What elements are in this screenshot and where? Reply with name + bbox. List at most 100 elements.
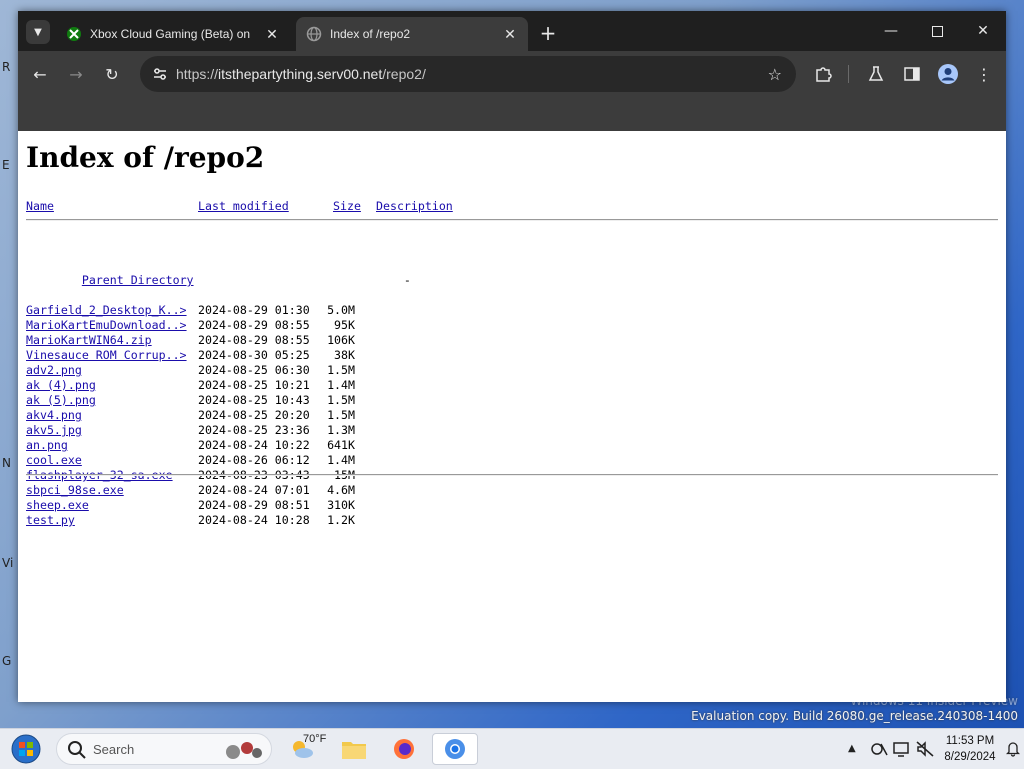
list-item: Vinesauce ROM Corrup..> 2024-08-30 05:25 3…: [26, 348, 411, 363]
file-link[interactable]: akv4.png: [26, 408, 82, 422]
file-size: 1.5M: [327, 363, 355, 377]
network-icon[interactable]: [870, 741, 888, 757]
show-hidden-icons-chevron-icon[interactable]: ▲: [848, 743, 856, 754]
clock-date: 8/29/2024: [944, 751, 996, 763]
taskbar-search-box[interactable]: Search: [56, 733, 272, 765]
file-link[interactable]: sbpci_98se.exe: [26, 483, 124, 497]
title-bar: ▼ Xbox Cloud Gaming (Beta) on ✕ Index of…: [18, 11, 1006, 51]
list-item: sbpci_98se.exe 2024-08-24 07:01 4.6M: [26, 483, 411, 498]
file-link[interactable]: adv2.png: [26, 363, 82, 377]
watermark-line-2: Evaluation copy. Build 26080.ge_release.…: [691, 709, 1018, 723]
file-listing: Parent Directory - Garfield_2_Desktop_K..…: [26, 228, 411, 558]
file-last-modified: 2024-08-25 10:21: [198, 378, 310, 392]
file-link[interactable]: an.png: [26, 438, 68, 452]
tab-index-of-repo2[interactable]: Index of /repo2 ✕: [296, 17, 528, 51]
windows-orb-icon: [11, 734, 41, 764]
browser-toolbar: ← → ↻ https://itsthepartything.serv00.ne…: [18, 51, 1006, 97]
list-item: akv5.jpg 2024-08-25 23:36 1.3M: [26, 423, 411, 438]
file-link[interactable]: test.py: [26, 513, 75, 527]
avatar-icon: [938, 64, 958, 84]
weather-temperature: 70°F: [303, 733, 327, 745]
list-item: an.png 2024-08-24 10:22 641K: [26, 438, 411, 453]
desktop-icon-label-fragment: N: [2, 456, 11, 470]
file-last-modified: 2024-08-29 08:55: [198, 333, 310, 347]
clock-time: 11:53 PM: [945, 735, 995, 747]
desktop-icon-label-fragment: G: [2, 654, 12, 668]
tab-xbox-cloud-gaming[interactable]: Xbox Cloud Gaming (Beta) on ✕: [56, 17, 290, 51]
plus-icon: +: [539, 21, 557, 45]
taskbar-file-explorer[interactable]: [336, 733, 372, 765]
browser-window: ▼ Xbox Cloud Gaming (Beta) on ✕ Index of…: [18, 11, 1006, 702]
file-size: 95K: [334, 318, 355, 332]
site-settings-icon[interactable]: [152, 66, 168, 82]
close-icon: ✕: [977, 23, 989, 39]
list-item: Garfield_2_Desktop_K..> 2024-08-29 01:30 5…: [26, 303, 411, 318]
file-last-modified: 2024-08-26 06:12: [198, 453, 310, 467]
file-size: 310K: [327, 498, 355, 512]
side-panel-icon: [904, 67, 920, 81]
close-window-button[interactable]: ✕: [960, 15, 1006, 47]
parent-directory-link[interactable]: Parent Directory: [82, 273, 194, 287]
start-button[interactable]: [8, 733, 44, 765]
url-scheme: https://: [176, 66, 219, 82]
column-header-size[interactable]: Size: [333, 199, 361, 213]
desktop-icon-label-fragment: E: [2, 158, 10, 172]
back-button[interactable]: ←: [28, 62, 52, 86]
file-last-modified: 2024-08-24 10:22: [198, 438, 310, 452]
toolbar-divider: [848, 65, 849, 83]
minimize-button[interactable]: —: [868, 15, 914, 47]
file-link[interactable]: sheep.exe: [26, 498, 89, 512]
reload-icon: ↻: [105, 64, 119, 84]
file-link[interactable]: ak (5).png: [26, 393, 96, 407]
system-clock[interactable]: 11:53 PM 8/29/2024: [934, 733, 1006, 765]
column-header-name[interactable]: Name: [26, 199, 54, 213]
footer-divider: [26, 474, 998, 476]
file-size: 1.2K: [327, 513, 355, 527]
taskbar-chrome[interactable]: [432, 733, 478, 765]
file-last-modified: 2024-08-25 10:43: [198, 393, 310, 407]
search-icon: [68, 741, 86, 759]
column-header-description[interactable]: Description: [376, 199, 453, 213]
tab-search-button[interactable]: ▼: [26, 20, 50, 44]
file-link[interactable]: MarioKartEmuDownload..>: [26, 318, 187, 332]
list-item: ak (4).png 2024-08-25 10:21 1.4M: [26, 378, 411, 393]
forward-button[interactable]: →: [64, 62, 88, 86]
file-link[interactable]: cool.exe: [26, 453, 82, 467]
list-item: akv4.png 2024-08-25 20:20 1.5M: [26, 408, 411, 423]
reload-button[interactable]: ↻: [100, 62, 124, 86]
file-last-modified: 2024-08-24 10:28: [198, 513, 310, 527]
arrow-right-icon: →: [69, 64, 83, 84]
new-tab-button[interactable]: +: [536, 21, 560, 45]
file-link[interactable]: ak (4).png: [26, 378, 96, 392]
file-link[interactable]: Garfield_2_Desktop_K..>: [26, 303, 187, 317]
labs-button[interactable]: [864, 62, 888, 86]
extensions-button[interactable]: [811, 62, 835, 86]
list-item: cool.exe 2024-08-26 06:12 1.4M: [26, 453, 411, 468]
taskbar: Search 70°F ▲ 11:53 PM 8/29/2024: [0, 728, 1024, 769]
firefox-icon: [394, 739, 414, 759]
maximize-icon: [931, 25, 943, 37]
globe-icon: [306, 26, 322, 42]
address-bar[interactable]: https://itsthepartything.serv00.net/repo…: [140, 56, 796, 92]
sound-muted-icon[interactable]: [916, 741, 934, 757]
close-icon[interactable]: ✕: [502, 26, 518, 42]
close-icon[interactable]: ✕: [264, 26, 280, 42]
profile-button[interactable]: [936, 62, 960, 86]
maximize-button[interactable]: [914, 15, 960, 47]
column-header-last-modified[interactable]: Last modified: [198, 199, 289, 213]
file-last-modified: 2024-08-29 01:30: [198, 303, 310, 317]
menu-button[interactable]: ⋮: [972, 62, 996, 86]
notification-bell-icon[interactable]: [1006, 741, 1020, 757]
file-link[interactable]: akv5.jpg: [26, 423, 82, 437]
side-panel-button[interactable]: [900, 62, 924, 86]
bookmark-star-icon[interactable]: ☆: [768, 65, 782, 84]
list-item: Parent Directory -: [26, 258, 411, 287]
kebab-menu-icon: ⋮: [976, 64, 992, 84]
taskbar-firefox[interactable]: [386, 733, 422, 765]
url-path: /repo2/: [382, 66, 426, 82]
puzzle-icon: [816, 67, 832, 82]
display-icon[interactable]: [893, 741, 911, 757]
file-link[interactable]: Vinesauce ROM Corrup..>: [26, 348, 187, 362]
list-item: sheep.exe 2024-08-29 08:51 310K: [26, 498, 411, 513]
file-link[interactable]: MarioKartWIN64.zip: [26, 333, 152, 347]
